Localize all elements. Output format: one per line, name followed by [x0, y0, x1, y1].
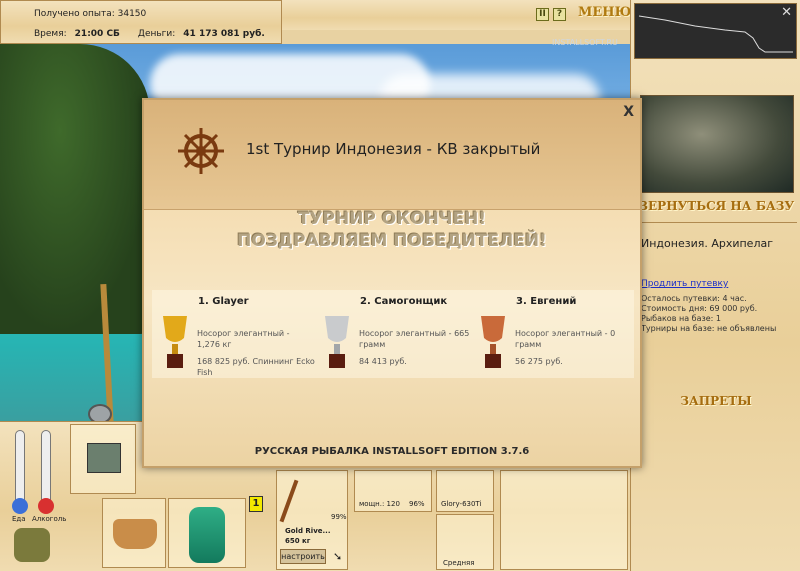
food-label: Еда: [12, 515, 26, 523]
depth-chart: ✕: [634, 3, 797, 59]
close-icon[interactable]: ✕: [781, 5, 792, 20]
money-value: 41 173 081 руб.: [183, 29, 265, 39]
right-panel: ✕ ВЕРНУТЬСЯ НА БАЗУ Индонезия. Архипелаг…: [630, 0, 800, 571]
keepnet-icon: [189, 507, 225, 563]
rod-icon: [279, 479, 299, 523]
trip-left: Осталось путевки: 4 час.: [641, 294, 747, 303]
winner-3: 3. Евгений Носорог элегантный - 0 грамм …: [470, 290, 630, 378]
finished-line-1: ТУРНИР ОКОНЧЕН!: [297, 209, 487, 229]
slot-number-badge: 1: [249, 496, 263, 512]
gold-cup-icon: [163, 316, 187, 368]
winner-1: 1. Glayer Носорог элегантный - 1,276 кг …: [152, 290, 315, 378]
game-version: РУССКАЯ РЫБАЛКА INSTALLSOFT EDITION 3.7.…: [254, 446, 530, 457]
arrow-icon[interactable]: ➘: [333, 550, 342, 563]
winner-name: 3. Евгений: [516, 296, 577, 307]
tournaments-info: Турниры на базе: не объявлены: [641, 324, 777, 333]
ship-wheel-icon: [178, 128, 224, 174]
exp-value: 34150: [117, 9, 147, 19]
fishing-reel: [88, 404, 112, 421]
rod-weight: 650 кг: [285, 537, 311, 545]
alcohol-thermometer: [41, 430, 51, 506]
tournament-results-dialog: X 1st Турнир Индонезия - КВ закрытый ТУР…: [142, 98, 642, 468]
location-title: Индонезия. Архипелаг: [641, 237, 773, 250]
tournament-finished-banner: ТУРНИР ОКОНЧЕН! ПОЗДРАВЛЯЕМ ПОБЕДИТЕЛЕЙ!: [144, 208, 640, 252]
money-label: Деньги:: [137, 29, 176, 39]
time-value: 21:00 СБ: [74, 29, 120, 39]
rod-name: Gold Rive...: [285, 527, 331, 535]
winner-prize: 168 825 руб. Спиннинг Ecko Fish: [197, 357, 315, 377]
bronze-cup-icon: [481, 316, 505, 368]
basket-slot[interactable]: [102, 498, 166, 568]
winner-name: 2. Самогонщик: [360, 296, 448, 307]
bag-icon[interactable]: [14, 528, 50, 562]
food-thermometer: [15, 430, 25, 506]
winner-fish: Носорог элегантный - 0 грамм: [515, 329, 616, 349]
reel-power: мощн.: 120: [359, 500, 400, 508]
reel-percent: 96%: [409, 500, 425, 508]
help-button[interactable]: ?: [553, 8, 566, 21]
finished-line-2: ПОЗДРАВЛЯЕМ ПОБЕДИТЕЛЕЙ!: [237, 231, 547, 251]
winner-prize: 84 413 руб.: [359, 357, 407, 366]
fishers-count: Рыбаков на базе: 1: [641, 314, 721, 323]
tackle-box-icon: [87, 443, 121, 473]
winner-prize: 56 275 руб.: [515, 357, 563, 366]
basket-icon: [113, 519, 157, 549]
lure-slot[interactable]: Средняя: [436, 514, 494, 570]
tackle-box-slot[interactable]: [70, 424, 136, 494]
reel-slot[interactable]: мощн.: 120 96%: [354, 470, 432, 512]
location-map-thumbnail[interactable]: [640, 95, 794, 193]
winner-name: 1. Glayer: [198, 296, 249, 307]
rod-percent: 99%: [331, 513, 347, 521]
extend-trip-link[interactable]: Продлить путевку: [641, 279, 728, 289]
winner-fish: Носорог элегантный - 665 грамм: [359, 329, 470, 349]
bans-button[interactable]: ЗАПРЕТЫ: [631, 394, 800, 408]
line-slot[interactable]: Glory-630Ti: [436, 470, 494, 512]
silver-cup-icon: [325, 316, 349, 368]
time-label: Время:: [34, 29, 67, 39]
winners-panel: 1. Glayer Носорог элегантный - 1,276 кг …: [152, 290, 634, 378]
keepnet-slot[interactable]: [168, 498, 246, 568]
alcohol-level-bulb: [38, 498, 54, 514]
depth-line: [638, 15, 793, 53]
tournament-title: 1st Турнир Индонезия - КВ закрытый: [246, 140, 541, 158]
day-cost: Стоимость дня: 69 000 руб.: [641, 304, 758, 313]
status-panel: Получено опыта: 34150 Время: 21:00 СБ Де…: [0, 0, 282, 44]
pause-button[interactable]: II: [536, 8, 549, 21]
winner-2: 2. Самогонщик Носорог элегантный - 665 г…: [314, 290, 474, 378]
winner-fish: Носорог элегантный - 1,276 кг: [197, 329, 290, 349]
menu-button[interactable]: МЕНЮ: [578, 5, 631, 20]
location-info: Индонезия. Архипелаг Продлить путевку Ос…: [637, 222, 797, 382]
alcohol-label: Алкоголь: [32, 515, 67, 523]
lure-name: Средняя: [443, 559, 475, 567]
line-name: Glory-630Ti: [441, 500, 482, 508]
exp-label: Получено опыта:: [34, 9, 115, 19]
watermark: INSTALLSOFT.RU: [552, 38, 618, 47]
return-to-base-button[interactable]: ВЕРНУТЬСЯ НА БАЗУ: [631, 199, 800, 213]
close-button[interactable]: X: [623, 104, 634, 120]
extra-slot[interactable]: [500, 470, 628, 570]
island: [0, 44, 150, 334]
food-level-bulb: [12, 498, 28, 514]
adjust-button[interactable]: настроить: [280, 549, 326, 564]
